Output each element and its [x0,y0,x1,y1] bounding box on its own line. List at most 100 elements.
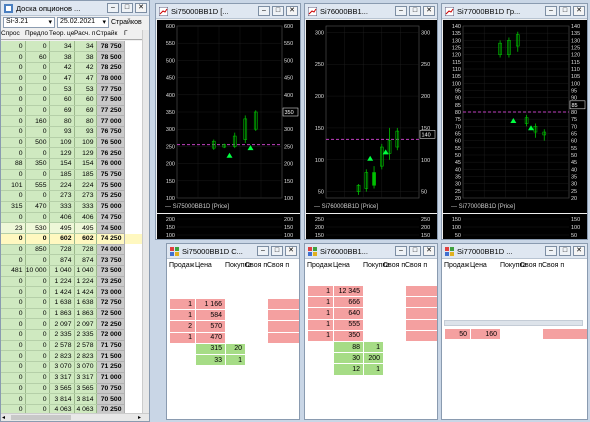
board-row[interactable]: 0 0 406 406 74 750 [1,212,144,224]
strike-cell[interactable]: 71 000 [96,372,125,384]
strike-cell[interactable]: 77 750 [96,83,125,95]
option-board-titlebar[interactable]: Доска опционов ... – □ ✕ [1,1,149,16]
bid-cell[interactable]: 0 [1,105,26,117]
calc-price-cell[interactable]: 109 [74,137,97,149]
bid-cell[interactable]: 0 [1,329,26,341]
empty-cell[interactable] [383,307,406,320]
calc-price-cell[interactable]: 1 424 [74,286,97,298]
maximize-button[interactable]: □ [272,6,284,16]
greek-cell[interactable] [124,276,144,288]
maximize-button[interactable]: □ [559,246,571,256]
empty-cell[interactable] [169,353,196,367]
ask-cell[interactable]: 0 [25,73,50,85]
theor-price-cell[interactable]: 2 578 [49,340,75,352]
empty-cell[interactable] [267,342,299,355]
empty-cell[interactable] [225,309,246,322]
bid-cell[interactable]: 0 [1,94,26,106]
own-order-cell[interactable] [405,307,437,320]
instrument-select[interactable]: Si-3.21 ▾ [3,17,55,28]
volume-chart[interactable]: 250 250 200 200 150 150 [306,214,437,240]
greek-cell[interactable] [124,158,144,170]
maximize-button[interactable]: □ [409,246,421,256]
board-row[interactable]: 315 470 333 333 75 000 [1,201,144,213]
theor-price-cell[interactable]: 273 [49,190,75,202]
empty-cell[interactable] [307,340,334,354]
greek-cell[interactable] [124,350,144,363]
theor-price-cell[interactable]: 80 [49,115,75,127]
theor-price-cell[interactable]: 1 040 [49,265,75,277]
bid-cell[interactable]: 315 [1,201,26,213]
calc-price-cell[interactable]: 1 863 [74,308,97,320]
col-header[interactable]: Предло [25,30,49,39]
calc-price-cell[interactable]: 69 [74,105,97,117]
strike-cell[interactable]: 73 500 [96,265,125,277]
ask-cell[interactable]: 0 [25,297,50,309]
board-row[interactable]: 481 10 000 1 040 1 040 73 500 [1,265,144,277]
orderbook-col-header[interactable]: Своя п [383,262,405,269]
theor-price-cell[interactable]: 1 863 [49,308,75,320]
empty-cell[interactable] [267,353,299,367]
calc-price-cell[interactable]: 495 [74,222,97,234]
ask-cell[interactable]: 0 [25,233,50,245]
greek-cell[interactable] [124,308,144,320]
ask-cell[interactable]: 470 [25,201,50,213]
own-order-cell[interactable] [267,320,299,333]
bid-cell[interactable]: 0 [1,286,26,298]
bid-cell[interactable]: 0 [1,233,26,245]
board-row[interactable]: 002 097 2 097 72 250 [1,318,144,331]
board-row[interactable]: 0 0 69 69 77 250 [1,105,144,117]
greek-cell[interactable] [124,115,144,127]
calc-price-cell[interactable]: 1 224 [74,276,97,288]
empty-cell[interactable] [363,318,384,331]
ask-cell[interactable]: 0 [25,126,50,138]
ask-cell[interactable]: 160 [25,115,50,127]
greek-cell[interactable] [124,297,144,309]
board-row[interactable]: 101 555 224 224 75 500 [1,179,144,192]
calc-price-cell[interactable]: 273 [74,190,97,202]
bid-cell[interactable]: 0 [1,297,26,309]
empty-cell[interactable] [245,331,268,344]
empty-cell[interactable] [363,296,384,309]
price-cell[interactable]: 1 166 [195,297,226,311]
theor-price-cell[interactable]: 38 [49,51,75,63]
minimize-button[interactable]: – [395,6,407,16]
greek-cell[interactable] [124,62,144,74]
orderbook-titlebar[interactable]: Si77000BB1D ... – □ ✕ [442,244,587,259]
ask-qty-cell[interactable]: 1 [169,297,196,311]
ask-cell[interactable]: 0 [25,41,50,53]
board-row[interactable]: 001 638 1 638 72 750 [1,297,144,309]
calc-price-cell[interactable]: 154 [74,158,97,170]
strike-cell[interactable]: 72 750 [96,297,125,309]
strike-cell[interactable]: 73 250 [96,276,125,288]
own-order-cell[interactable] [267,309,299,322]
empty-cell[interactable] [405,363,437,376]
strike-cell[interactable]: 73 750 [96,254,125,266]
price-cell[interactable]: 315 [195,342,226,355]
close-button[interactable]: ✕ [423,6,435,16]
ask-qty-cell[interactable]: 1 [307,329,334,342]
empty-cell[interactable] [383,329,406,342]
maximize-button[interactable]: □ [271,246,283,256]
strike-cell[interactable]: 76 750 [96,126,125,138]
price-cell[interactable]: 12 [333,363,364,376]
maximize-button[interactable]: □ [559,6,571,16]
calc-price-cell[interactable]: 1 040 [74,265,97,277]
bid-cell[interactable]: 0 [1,83,26,95]
theor-price-cell[interactable]: 109 [49,137,75,149]
bid-cell[interactable]: 481 [1,265,26,277]
ask-cell[interactable]: 0 [25,147,50,160]
empty-cell[interactable] [383,296,406,309]
calc-price-cell[interactable]: 2 823 [74,350,97,363]
ask-row[interactable]: 1 640 [307,307,437,320]
strike-cell[interactable]: 78 500 [96,51,125,63]
ask-row[interactable]: 50 160 [444,327,587,341]
ask-qty-cell[interactable]: 50 [444,327,471,341]
greek-cell[interactable] [124,244,144,256]
ask-cell[interactable]: 0 [25,190,50,202]
empty-cell[interactable] [225,320,246,333]
empty-cell[interactable] [225,297,246,311]
close-button[interactable]: ✕ [135,3,147,13]
ask-cell[interactable]: 850 [25,244,50,256]
maximize-button[interactable]: □ [409,6,421,16]
bid-qty-cell[interactable]: 1 [363,340,384,354]
